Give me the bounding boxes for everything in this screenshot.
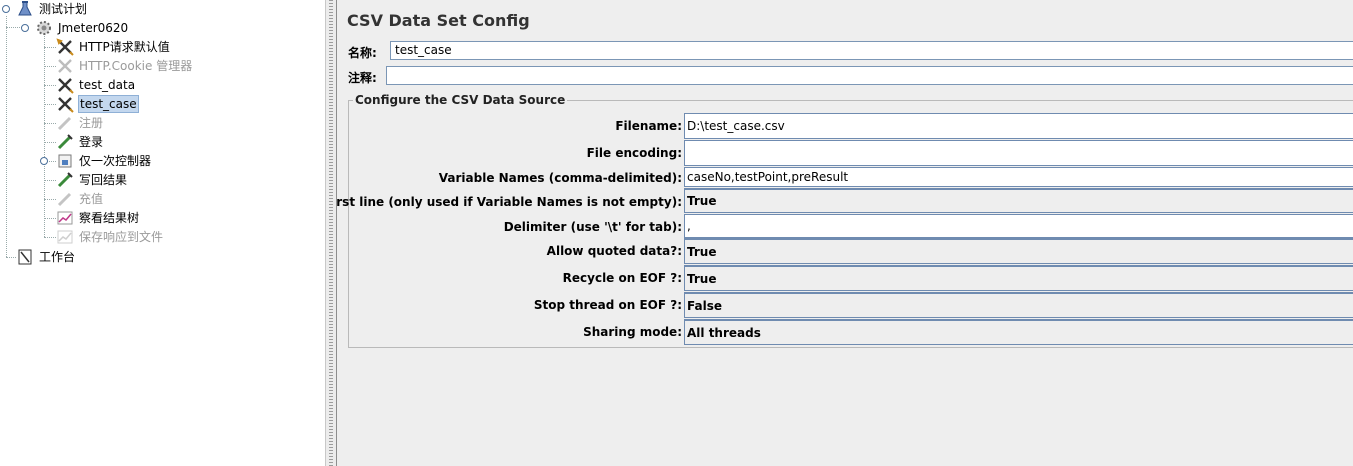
sampler-pipette-icon bbox=[56, 114, 74, 132]
thread-group-gear-icon bbox=[35, 19, 53, 37]
tree-node-once-only-controller[interactable]: 仅一次控制器 bbox=[56, 152, 152, 170]
sharing-mode-label: Sharing mode: bbox=[583, 325, 682, 339]
variable-names-label: Variable Names (comma-delimited): bbox=[438, 171, 682, 185]
tree-node-test-case[interactable]: test_case bbox=[56, 95, 139, 113]
tree-node-label: 写回结果 bbox=[79, 173, 128, 187]
name-field[interactable]: test_case bbox=[390, 41, 1353, 60]
tree-node-label: HTTP.Cookie 管理器 bbox=[79, 59, 193, 73]
tree-node-label: 保存响应到文件 bbox=[79, 230, 164, 244]
tree-node-recharge[interactable]: 充值 bbox=[56, 190, 104, 208]
tree-node-label: test_case bbox=[78, 95, 139, 113]
tree-node-label: 察看结果树 bbox=[79, 211, 140, 225]
csv-config-panel: CSV Data Set Config 名称: test_case 注释: Co… bbox=[337, 0, 1353, 466]
tree-node-label: 工作台 bbox=[39, 250, 76, 264]
tree-node-label: Jmeter0620 bbox=[58, 21, 129, 35]
ignore-first-line-label: Ignore first line (only used if Variable… bbox=[337, 195, 682, 209]
variable-names-field[interactable]: caseNo,testPoint,preResult bbox=[684, 167, 1353, 187]
tree-node-view-results-tree[interactable]: 察看结果树 bbox=[56, 209, 140, 227]
page-title: CSV Data Set Config bbox=[347, 11, 530, 30]
split-pane-divider[interactable] bbox=[325, 0, 337, 466]
tree-node-label: test_data bbox=[79, 78, 136, 92]
delimiter-field[interactable]: , bbox=[684, 214, 1353, 238]
config-wrench-icon bbox=[56, 95, 74, 113]
section-title: Configure the CSV Data Source bbox=[353, 93, 568, 107]
expand-handle-once-controller[interactable] bbox=[40, 157, 48, 165]
tree-node-label: 注册 bbox=[79, 116, 104, 130]
tree-node-label: HTTP请求默认值 bbox=[79, 40, 170, 54]
tree-node-workbench[interactable]: 工作台 bbox=[16, 248, 76, 266]
comment-field[interactable] bbox=[386, 66, 1353, 85]
config-wrench-icon bbox=[56, 38, 74, 56]
file-encoding-field[interactable] bbox=[684, 140, 1353, 166]
recycle-on-eof-select[interactable]: True bbox=[684, 265, 1353, 291]
listener-graph-icon bbox=[56, 228, 74, 246]
expand-handle-root[interactable] bbox=[2, 5, 10, 13]
tree-node-thread-group[interactable]: Jmeter0620 bbox=[35, 19, 129, 37]
tree-node-cookie-manager[interactable]: HTTP.Cookie 管理器 bbox=[56, 57, 193, 75]
listener-graph-icon bbox=[56, 209, 74, 227]
recycle-on-eof-label: Recycle on EOF ?: bbox=[562, 271, 682, 285]
tree-node-test-data[interactable]: test_data bbox=[56, 76, 136, 94]
sharing-mode-select[interactable]: All threads bbox=[684, 319, 1353, 345]
test-plan-tree[interactable]: 测试计划 Jmeter0620 HTTP请求默认值 HTTP.Cookie 管理… bbox=[0, 0, 325, 466]
divider-grip bbox=[329, 0, 333, 466]
workbench-icon bbox=[16, 248, 34, 266]
sampler-pipette-icon bbox=[56, 171, 74, 189]
config-wrench-icon bbox=[56, 57, 74, 75]
stop-thread-select[interactable]: False bbox=[684, 292, 1353, 318]
tree-node-login[interactable]: 登录 bbox=[56, 133, 104, 151]
allow-quoted-label: Allow quoted data?: bbox=[546, 244, 682, 258]
controller-icon bbox=[56, 152, 74, 170]
file-encoding-label: File encoding: bbox=[586, 146, 682, 160]
comment-label: 注释: bbox=[348, 71, 377, 85]
tree-node-label: 登录 bbox=[79, 135, 104, 149]
sampler-pipette-icon bbox=[56, 133, 74, 151]
test-plan-flask-icon bbox=[16, 0, 34, 18]
tree-node-test-plan[interactable]: 测试计划 bbox=[16, 0, 88, 18]
tree-node-write-result[interactable]: 写回结果 bbox=[56, 171, 128, 189]
tree-node-label: 仅一次控制器 bbox=[79, 154, 152, 168]
tree-node-label: 测试计划 bbox=[39, 2, 88, 16]
sampler-pipette-icon bbox=[56, 190, 74, 208]
expand-handle-thread-group[interactable] bbox=[21, 24, 29, 32]
tree-node-http-defaults[interactable]: HTTP请求默认值 bbox=[56, 38, 171, 56]
delimiter-label: Delimiter (use '\t' for tab): bbox=[503, 220, 682, 234]
filename-label: Filename: bbox=[615, 119, 682, 133]
allow-quoted-select[interactable]: True bbox=[684, 238, 1353, 264]
tree-node-save-responses[interactable]: 保存响应到文件 bbox=[56, 228, 164, 246]
config-wrench-icon bbox=[56, 76, 74, 94]
filename-field[interactable]: D:\test_case.csv bbox=[684, 113, 1353, 139]
stop-thread-label: Stop thread on EOF ?: bbox=[533, 298, 682, 312]
name-label: 名称: bbox=[348, 46, 377, 60]
tree-node-register[interactable]: 注册 bbox=[56, 114, 104, 132]
tree-node-label: 充值 bbox=[79, 192, 104, 206]
ignore-first-line-select[interactable]: True bbox=[684, 188, 1353, 213]
